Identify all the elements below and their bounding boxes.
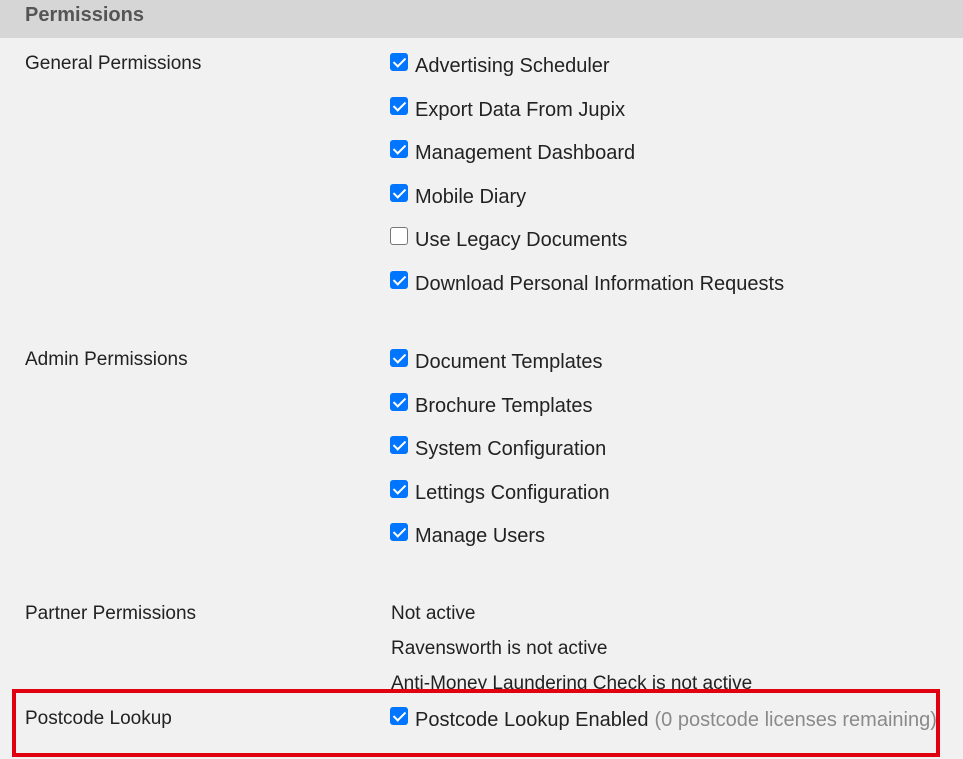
- checkbox-download-pir[interactable]: [390, 271, 408, 289]
- partner-permissions-label: Partner Permissions: [25, 603, 197, 624]
- checkbox-lettings-configuration[interactable]: [390, 480, 408, 498]
- permissions-header: Permissions: [0, 0, 963, 38]
- checkbox-mobile-diary[interactable]: [390, 184, 408, 202]
- perm-management-dashboard[interactable]: Management Dashboard: [390, 140, 635, 166]
- perm-label: Use Legacy Documents: [415, 228, 628, 251]
- partner-status-text: Not active: [391, 603, 476, 624]
- perm-document-templates[interactable]: Document Templates: [390, 349, 603, 375]
- checkbox-brochure-templates[interactable]: [390, 393, 408, 411]
- perm-label: Advertising Scheduler: [415, 54, 610, 77]
- checkbox-export-data[interactable]: [390, 97, 408, 115]
- perm-system-configuration[interactable]: System Configuration: [390, 436, 606, 462]
- partner-ravensworth-status: Ravensworth is not active: [391, 638, 608, 659]
- page-title: Permissions: [25, 4, 144, 26]
- perm-label: System Configuration: [415, 437, 607, 460]
- perm-brochure-templates[interactable]: Brochure Templates: [390, 393, 593, 419]
- perm-label: Download Personal Information Requests: [415, 272, 785, 295]
- perm-label: Document Templates: [415, 350, 603, 373]
- perm-label: Mobile Diary: [415, 185, 527, 208]
- perm-download-pir[interactable]: Download Personal Information Requests: [390, 271, 784, 297]
- perm-label: Manage Users: [415, 524, 546, 547]
- checkbox-system-configuration[interactable]: [390, 436, 408, 454]
- perm-label: Lettings Configuration: [415, 481, 610, 504]
- perm-use-legacy-documents[interactable]: Use Legacy Documents: [390, 227, 627, 253]
- perm-label: Management Dashboard: [415, 141, 636, 164]
- highlight-box: [12, 689, 940, 757]
- perm-lettings-configuration[interactable]: Lettings Configuration: [390, 480, 610, 506]
- perm-advertising-scheduler[interactable]: Advertising Scheduler: [390, 53, 610, 79]
- perm-label: Brochure Templates: [415, 394, 593, 417]
- perm-manage-users[interactable]: Manage Users: [390, 523, 545, 549]
- general-permissions-label: General Permissions: [25, 53, 202, 74]
- checkbox-management-dashboard[interactable]: [390, 140, 408, 158]
- admin-permissions-label: Admin Permissions: [25, 349, 188, 370]
- perm-export-data[interactable]: Export Data From Jupix: [390, 97, 625, 123]
- perm-label: Export Data From Jupix: [415, 98, 626, 121]
- perm-mobile-diary[interactable]: Mobile Diary: [390, 184, 526, 210]
- checkbox-manage-users[interactable]: [390, 523, 408, 541]
- checkbox-document-templates[interactable]: [390, 349, 408, 367]
- checkbox-advertising-scheduler[interactable]: [390, 53, 408, 71]
- checkbox-use-legacy-documents[interactable]: [390, 227, 408, 245]
